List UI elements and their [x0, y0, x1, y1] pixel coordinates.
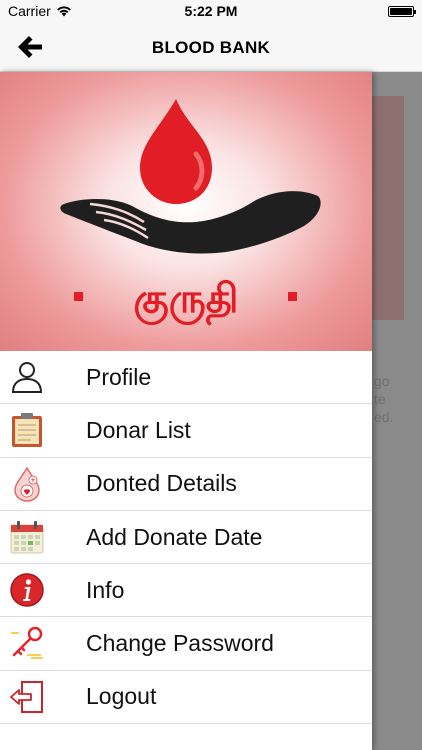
menu-item-logout[interactable]: Logout: [0, 671, 372, 725]
background-text: go te ed.: [374, 373, 394, 425]
blood-drop-logo-icon: [140, 99, 212, 204]
menu-item-info[interactable]: Info: [0, 564, 372, 618]
info-icon: [10, 573, 44, 607]
navigation-bar: BLOOD BANK: [0, 22, 422, 72]
menu-label-donted-details: Donted Details: [86, 470, 237, 497]
calendar-icon: [10, 520, 44, 554]
menu-label-add-donate-date: Add Donate Date: [86, 523, 263, 550]
svg-text:+: +: [30, 477, 35, 484]
battery-icon: [388, 6, 416, 17]
side-drawer: குருதி Profile Donar List + Donted Detai…: [0, 72, 372, 750]
drawer-menu: Profile Donar List + Donted Details Add …: [0, 351, 372, 725]
drawer-header: குருதி: [0, 72, 372, 351]
menu-label-info: Info: [86, 576, 125, 603]
menu-item-donted-details[interactable]: + Donted Details: [0, 458, 372, 511]
menu-item-donar-list[interactable]: Donar List: [0, 404, 372, 458]
key-icon: [11, 627, 43, 660]
menu-item-change-password[interactable]: Change Password: [0, 617, 372, 671]
background-image: [372, 96, 404, 320]
menu-item-add-donate-date[interactable]: Add Donate Date: [0, 511, 372, 565]
menu-label-logout: Logout: [86, 683, 157, 710]
menu-item-profile[interactable]: Profile: [0, 351, 372, 405]
user-icon: [11, 362, 43, 393]
menu-label-profile: Profile: [86, 363, 152, 390]
clock: 5:22 PM: [184, 3, 238, 19]
status-bar: Carrier 5:22 PM: [0, 0, 422, 22]
clipboard-icon: [12, 413, 42, 448]
logout-icon: [10, 680, 43, 713]
blood-bank-logo: குருதி: [60, 99, 321, 326]
menu-label-change-password: Change Password: [86, 630, 274, 657]
page-title: BLOOD BANK: [151, 38, 271, 57]
blood-drop-icon: +: [14, 466, 40, 502]
menu-label-donar-list: Donar List: [86, 416, 191, 443]
logo-text: குருதி: [133, 276, 238, 326]
background-page-overlay[interactable]: go te ed.: [372, 72, 422, 750]
